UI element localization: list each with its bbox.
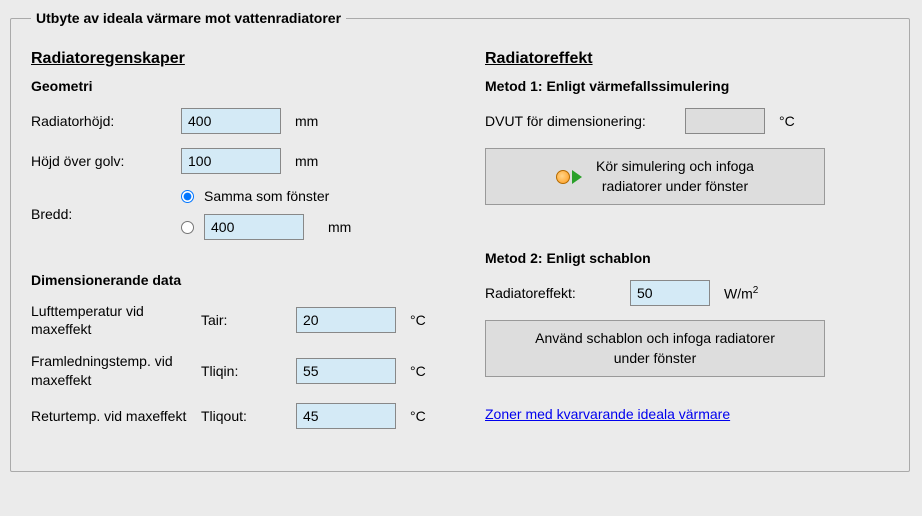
use-template-button[interactable]: Använd schablon och infoga radiatorer un… [485,320,825,377]
run-button-line1: Kör simulering och infoga [596,158,754,174]
radiator-height-unit: mm [295,113,318,129]
radiator-effect-input[interactable] [630,280,710,306]
tliqout-unit: °C [410,408,426,424]
remaining-ideal-heaters-link[interactable]: Zoner med kvarvarande ideala värmare [485,406,730,422]
width-same-as-window-radio[interactable] [181,190,194,203]
radiator-properties-column: Radiatoregenskaper Geometri Radiatorhöjd… [31,42,435,443]
radiator-height-label: Radiatorhöjd: [31,113,181,129]
tliqout-label: Returtemp. vid maxeffekt [31,407,201,425]
dvut-input [685,108,765,134]
dvut-label: DVUT för dimensionering: [485,113,685,129]
tliqout-symbol: Tliqout: [201,408,296,424]
height-above-floor-unit: mm [295,153,318,169]
tliqin-label: Framledningstemp. vid maxeffekt [31,352,201,388]
tliqin-input[interactable] [296,358,396,384]
dvut-unit: °C [779,113,795,129]
radiator-effect-unit: W/m2 [724,285,758,302]
radiator-exchange-fieldset: Utbyte av ideala värmare mot vattenradia… [10,10,910,472]
width-same-as-window-label: Samma som fönster [204,188,329,204]
radiator-properties-heading: Radiatoregenskaper [31,50,435,68]
tliqout-input[interactable] [296,403,396,429]
template-button-line2: under fönster [614,350,697,366]
tair-input[interactable] [296,307,396,333]
run-icon [556,170,582,184]
run-simulation-button[interactable]: Kör simulering och infoga radiatorer und… [485,148,825,205]
tliqin-symbol: Tliqin: [201,363,296,379]
radiator-effect-label: Radiatoreffekt: [485,285,630,301]
width-custom-radio[interactable] [181,221,194,234]
radiator-effect-column: Radiatoreffekt Metod 1: Enligt värmefall… [485,42,889,443]
width-label: Bredd: [31,206,181,222]
tair-unit: °C [410,312,426,328]
width-input[interactable] [204,214,304,240]
template-button-line1: Använd schablon och infoga radiatorer [535,330,775,346]
fieldset-legend: Utbyte av ideala värmare mot vattenradia… [31,10,346,26]
radiator-height-input[interactable] [181,108,281,134]
width-unit: mm [328,219,351,235]
geometry-heading: Geometri [31,78,435,94]
dimensioning-data-heading: Dimensionerande data [31,272,435,288]
height-above-floor-label: Höjd över golv: [31,153,181,169]
tair-label: Lufttemperatur vid maxeffekt [31,302,201,338]
run-button-line2: radiatorer under fönster [602,178,748,194]
tair-symbol: Tair: [201,312,296,328]
method1-heading: Metod 1: Enligt värmefallssimulering [485,78,889,94]
tliqin-unit: °C [410,363,426,379]
height-above-floor-input[interactable] [181,148,281,174]
radiator-effect-heading: Radiatoreffekt [485,50,889,68]
method2-heading: Metod 2: Enligt schablon [485,250,889,266]
